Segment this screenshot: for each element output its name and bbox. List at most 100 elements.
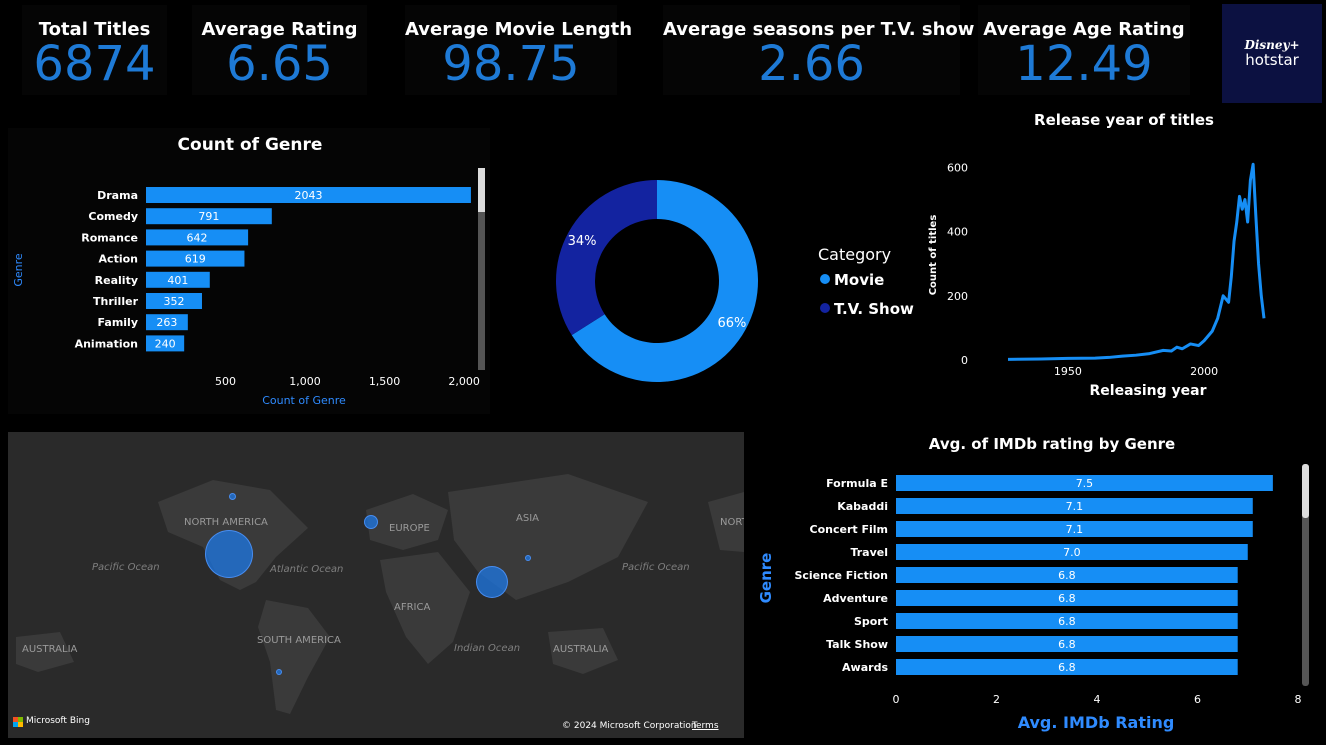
genre-count-chart-card: Count of Genre Genre Count of Genre Dram… bbox=[8, 128, 490, 414]
category-label: Talk Show bbox=[826, 638, 888, 651]
world-map[interactable]: NORTH AMERICA EUROPE ASIA NORT AFRICA SO… bbox=[8, 432, 744, 738]
y-tick-label: 600 bbox=[947, 161, 968, 174]
map-attribution-right: © 2024 Microsoft Corporation bbox=[562, 721, 697, 731]
category-label: Family bbox=[98, 316, 138, 329]
category-label: Concert Film bbox=[810, 523, 888, 536]
map-label-north-america: NORTH AMERICA bbox=[184, 517, 268, 528]
y-axis-label: Count of titles bbox=[928, 215, 939, 296]
donut-data-label: 34% bbox=[568, 234, 597, 249]
kpi-average-rating: Average Rating 6.65 bbox=[192, 5, 367, 95]
data-label: 240 bbox=[155, 337, 176, 350]
category-label: Awards bbox=[842, 661, 888, 674]
map-bubble-canada[interactable] bbox=[229, 493, 236, 500]
kpi-value: 12.49 bbox=[1015, 36, 1153, 92]
landmass-europe bbox=[366, 494, 448, 550]
donut-slice-tvshow[interactable] bbox=[556, 180, 657, 336]
logo-line2: hotstar bbox=[1245, 51, 1299, 69]
category-donut-chart: 66% 34% Category Movie T.V. Show bbox=[556, 180, 914, 382]
x-axis-label: Avg. IMDb Rating bbox=[1018, 713, 1175, 732]
map-bubble-south-america[interactable] bbox=[276, 669, 282, 675]
x-tick-label: 4 bbox=[1094, 693, 1101, 706]
data-label: 6.8 bbox=[1058, 638, 1076, 651]
category-label: Formula E bbox=[826, 477, 888, 490]
map-label-africa: AFRICA bbox=[394, 602, 431, 613]
genre-count-chart: Count of Genre Genre Count of Genre Dram… bbox=[12, 135, 485, 407]
category-label: Kabaddi bbox=[837, 500, 888, 513]
map-bubble-asia[interactable] bbox=[525, 555, 531, 561]
category-label: Comedy bbox=[88, 210, 138, 223]
category-label: Science Fiction bbox=[794, 569, 888, 582]
data-label: 352 bbox=[163, 295, 184, 308]
map-label-australia-right: AUSTRALIA bbox=[553, 644, 609, 655]
map-label-asia: ASIA bbox=[516, 513, 539, 524]
chart-title: Release year of titles bbox=[1034, 111, 1214, 129]
x-tick-label: 2,000 bbox=[448, 375, 480, 388]
x-tick-label: 0 bbox=[893, 693, 900, 706]
data-label: 6.8 bbox=[1058, 569, 1076, 582]
landmass-south-america bbox=[258, 600, 330, 714]
x-tick-label: 500 bbox=[215, 375, 236, 388]
x-tick-label: 1,500 bbox=[369, 375, 401, 388]
data-label: 2043 bbox=[294, 189, 322, 202]
legend-marker-tvshow bbox=[820, 303, 830, 313]
kpi-total-titles: Total Titles 6874 bbox=[22, 5, 167, 95]
data-label: 7.5 bbox=[1076, 477, 1094, 490]
data-label: 7.1 bbox=[1066, 500, 1084, 513]
map-label-nort: NORT bbox=[720, 517, 744, 528]
kpi-average-age-rating: Average Age Rating 12.49 bbox=[978, 5, 1190, 95]
kpi-average-seasons: Average seasons per T.V. show 2.66 bbox=[663, 5, 974, 95]
chart-title: Count of Genre bbox=[178, 135, 323, 155]
legend-item-tvshow[interactable]: T.V. Show bbox=[834, 300, 914, 318]
category-label: Reality bbox=[95, 274, 138, 287]
category-label: Travel bbox=[850, 546, 888, 559]
kpi-value: 6.65 bbox=[226, 36, 333, 92]
x-tick-label: 1,000 bbox=[289, 375, 321, 388]
map-label-indian: Indian Ocean bbox=[454, 643, 521, 654]
imdb-genre-chart-card: Avg. of IMDb rating by Genre Genre Avg. … bbox=[752, 432, 1322, 740]
data-label: 619 bbox=[185, 253, 206, 266]
data-label: 642 bbox=[187, 231, 208, 244]
x-tick-label: 2 bbox=[993, 693, 1000, 706]
y-axis-label: Genre bbox=[757, 553, 775, 604]
y-axis-label: Genre bbox=[12, 253, 25, 287]
chart-title: Avg. of IMDb rating by Genre bbox=[929, 435, 1175, 453]
data-label: 7.0 bbox=[1063, 546, 1081, 559]
x-axis-label: Releasing year bbox=[1090, 383, 1207, 399]
category-label: Romance bbox=[81, 231, 138, 244]
y-tick-label: 200 bbox=[947, 290, 968, 303]
kpi-value: 98.75 bbox=[442, 36, 580, 92]
scrollbar-thumb[interactable] bbox=[1302, 464, 1309, 518]
legend-title: Category bbox=[818, 245, 891, 264]
bing-logo-icon bbox=[13, 717, 23, 727]
category-label: Action bbox=[99, 253, 138, 266]
map-label-pacific-right: Pacific Ocean bbox=[622, 562, 690, 573]
legend-marker-movie bbox=[820, 274, 830, 284]
scrollbar-thumb[interactable] bbox=[478, 168, 485, 212]
x-tick-label: 1950 bbox=[1054, 365, 1082, 378]
map-landmass bbox=[16, 474, 744, 714]
imdb-genre-chart: Avg. of IMDb rating by Genre Genre Avg. … bbox=[757, 435, 1309, 732]
release-year-chart-card: Release year of titles Count of titles R… bbox=[920, 103, 1322, 406]
legend-item-movie[interactable]: Movie bbox=[834, 271, 884, 289]
map-label-atlantic: Atlantic Ocean bbox=[270, 564, 344, 575]
series-line[interactable] bbox=[1007, 162, 1266, 361]
map-bubble-india[interactable] bbox=[476, 566, 508, 598]
category-label: Animation bbox=[75, 337, 138, 350]
data-label: 401 bbox=[167, 274, 188, 287]
category-label: Drama bbox=[97, 189, 138, 202]
x-axis-label: Count of Genre bbox=[262, 394, 346, 407]
map-terms-link[interactable]: Terms bbox=[692, 721, 719, 731]
map-label-pacific-left: Pacific Ocean bbox=[92, 562, 160, 573]
data-label: 791 bbox=[198, 210, 219, 223]
category-label: Thriller bbox=[93, 295, 139, 308]
map-bubble-uk[interactable] bbox=[364, 515, 378, 529]
kpi-value: 2.66 bbox=[758, 36, 865, 92]
x-tick-label: 8 bbox=[1295, 693, 1302, 706]
x-tick-label: 2000 bbox=[1190, 365, 1218, 378]
category-label: Sport bbox=[854, 615, 888, 628]
data-label: 6.8 bbox=[1058, 615, 1076, 628]
donut-data-label: 66% bbox=[717, 316, 746, 331]
kpi-value: 6874 bbox=[33, 36, 156, 92]
map-label-south-america: SOUTH AMERICA bbox=[257, 635, 341, 646]
map-bubble-usa[interactable] bbox=[205, 530, 253, 578]
